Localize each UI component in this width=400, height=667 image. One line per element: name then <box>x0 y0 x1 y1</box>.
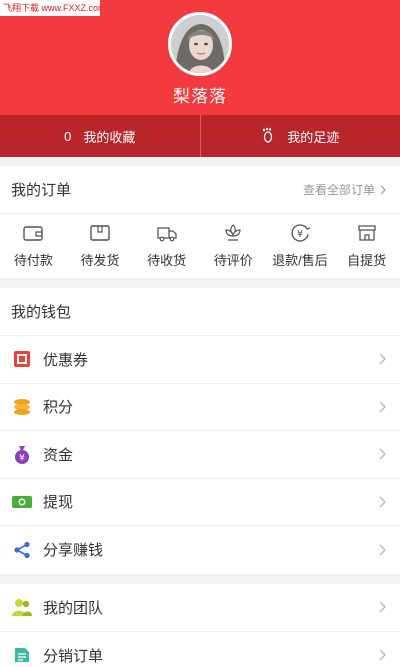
distribution-icon <box>11 644 33 666</box>
team-item-my-team[interactable]: 我的团队 <box>0 584 400 632</box>
stats-bar: 0 我的收藏 我的足迹 <box>0 115 400 157</box>
chevron-right-icon <box>380 185 386 194</box>
wallet-header: 我的钱包 <box>0 288 400 336</box>
chevron-right-icon <box>379 353 386 365</box>
order-status-label: 退款/售后 <box>272 253 328 268</box>
order-pending-review[interactable]: 待评价 <box>201 222 265 269</box>
svg-text:¥: ¥ <box>297 229 303 240</box>
username: 梨落落 <box>173 87 227 106</box>
truck-icon <box>156 227 177 242</box>
money-bag-icon: ¥ <box>11 443 33 465</box>
wallet-item-points[interactable]: 积分 <box>0 384 400 431</box>
coins-icon <box>11 396 33 418</box>
order-refund[interactable]: ¥ 退款/售后 <box>268 222 332 269</box>
footprint-label: 我的足迹 <box>287 129 340 145</box>
orders-title: 我的订单 <box>11 182 72 199</box>
wallet-item-funds[interactable]: ¥ 资金 <box>0 431 400 479</box>
footprint-icon <box>261 127 275 146</box>
chevron-right-icon <box>379 496 386 508</box>
favorites-button[interactable]: 0 我的收藏 <box>0 115 200 157</box>
team-section: 我的团队 分销订单 <box>0 584 400 667</box>
watermark: 飞翔下载 www.FXXZ.com <box>0 0 100 16</box>
svg-text:¥: ¥ <box>19 454 25 464</box>
favorites-count: 0 <box>64 128 72 144</box>
yen-refund-icon: ¥ <box>291 224 311 242</box>
store-icon <box>357 225 376 241</box>
flower-icon <box>225 224 241 241</box>
view-all-label: 查看全部订单 <box>302 183 375 197</box>
wallet-item-label: 分享赚钱 <box>43 542 104 560</box>
order-status-label: 自提货 <box>347 253 387 268</box>
team-item-label: 分销订单 <box>43 647 104 665</box>
orders-section: 我的订单 查看全部订单 待付款 待发货 待收货 待评价 ¥ 退款/售后 自提货 <box>0 166 400 278</box>
chevron-right-icon <box>379 649 386 661</box>
wallet-icon <box>23 226 44 241</box>
footprint-button[interactable]: 我的足迹 <box>201 115 400 157</box>
chevron-right-icon <box>379 448 386 460</box>
order-pending-payment[interactable]: 待付款 <box>1 222 65 269</box>
wallet-item-label: 资金 <box>43 446 74 464</box>
wallet-section: 我的钱包 优惠券 积分 ¥ 资金 提现 分享赚钱 <box>0 288 400 574</box>
wallet-title: 我的钱包 <box>11 304 72 321</box>
favorites-label: 我的收藏 <box>83 129 136 145</box>
cash-icon <box>11 491 33 513</box>
share-icon <box>11 539 33 561</box>
order-pending-shipment[interactable]: 待发货 <box>68 222 132 269</box>
chevron-right-icon <box>379 401 386 413</box>
chevron-right-icon <box>379 601 386 613</box>
order-pending-receipt[interactable]: 待收货 <box>135 222 199 269</box>
profile-header: 飞翔下载 www.FXXZ.com 梨落落 <box>0 0 400 115</box>
chevron-right-icon <box>379 544 386 556</box>
wallet-item-share[interactable]: 分享赚钱 <box>0 526 400 574</box>
order-self-pickup[interactable]: 自提货 <box>335 222 399 269</box>
team-item-label: 我的团队 <box>43 599 104 617</box>
wallet-item-withdraw[interactable]: 提现 <box>0 479 400 526</box>
team-item-distribution-orders[interactable]: 分销订单 <box>0 632 400 667</box>
wallet-item-label: 积分 <box>43 399 74 417</box>
order-status-list: 待付款 待发货 待收货 待评价 ¥ 退款/售后 自提货 <box>0 214 400 269</box>
order-status-label: 待收货 <box>147 253 187 268</box>
wallet-item-label: 优惠券 <box>43 351 89 369</box>
avatar[interactable] <box>168 12 232 76</box>
orders-header: 我的订单 查看全部订单 <box>0 166 400 214</box>
view-all-orders-link[interactable]: 查看全部订单 <box>303 181 389 198</box>
order-status-label: 待发货 <box>80 253 120 268</box>
coupon-icon <box>11 348 33 370</box>
wallet-item-label: 提现 <box>43 494 74 512</box>
package-icon <box>90 225 110 241</box>
order-status-label: 待评价 <box>213 253 253 268</box>
wallet-item-coupon[interactable]: 优惠券 <box>0 336 400 384</box>
team-icon <box>11 596 33 618</box>
order-status-label: 待付款 <box>13 253 53 268</box>
